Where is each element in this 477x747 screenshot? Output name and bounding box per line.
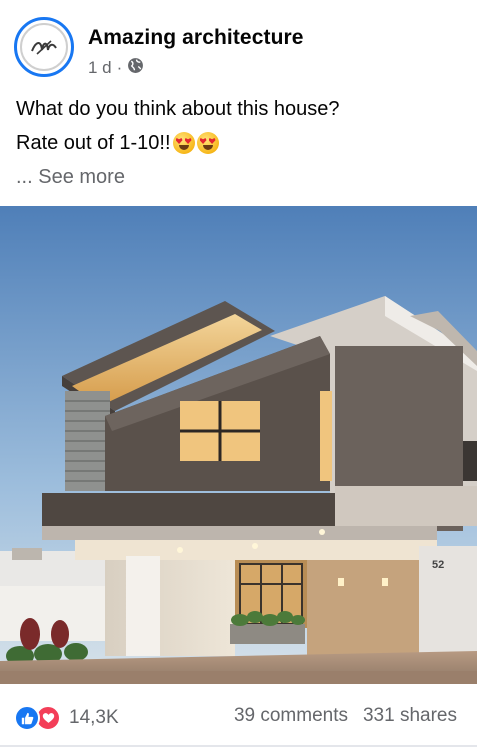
see-more-link[interactable]: ... See more: [16, 160, 125, 194]
house-illustration: 52: [0, 206, 477, 684]
heart-eyes-emoji: [172, 132, 195, 154]
page-avatar[interactable]: [14, 17, 74, 77]
post-time[interactable]: 1 d: [88, 58, 112, 78]
heart-eyes-emoji: [196, 132, 219, 154]
page-name[interactable]: Amazing architecture: [88, 26, 304, 50]
meta-separator: ·: [116, 58, 123, 77]
post-text: What do you think about this house? Rate…: [16, 92, 466, 194]
house-photo[interactable]: 52: [0, 206, 477, 684]
like-icon: [14, 705, 40, 731]
house-number: 52: [432, 559, 444, 571]
post-text-line-2: Rate out of 1-10!!: [16, 126, 466, 160]
globe-icon: [127, 57, 144, 79]
am-monogram-logo: [20, 23, 68, 71]
see-more-row: ... See more: [16, 160, 466, 194]
post-meta: 1 d ·: [88, 57, 144, 79]
post-stats: 39 comments 331 shares: [234, 705, 457, 727]
reactions-summary[interactable]: 14,3K: [14, 705, 119, 731]
comments-count-link[interactable]: 39 comments: [234, 705, 348, 727]
post-text-line-1: What do you think about this house?: [16, 98, 340, 120]
reaction-count: 14,3K: [69, 707, 119, 728]
shares-count-link[interactable]: 331 shares: [363, 705, 457, 727]
post-footer: 14,3K 39 comments 331 shares: [0, 686, 477, 747]
post-header: Amazing architecture 1 d ·: [0, 0, 477, 90]
post-text-rating: Rate out of 1-10!!: [16, 132, 171, 154]
